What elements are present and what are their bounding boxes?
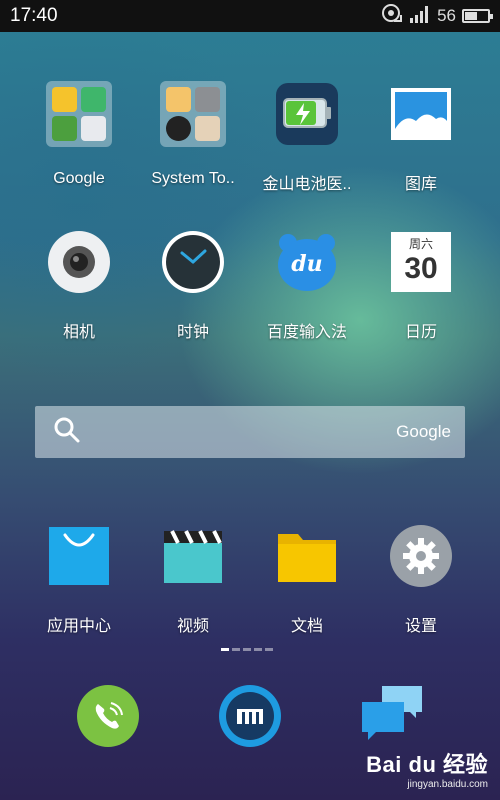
gallery-icon <box>387 80 455 148</box>
watermark-logo: Bai du 经验 <box>366 752 488 777</box>
phone-icon <box>76 684 140 752</box>
app-settings[interactable]: 设置 <box>365 522 477 642</box>
settings-icon <box>387 522 455 590</box>
baidu-ime-icon: du <box>273 228 341 296</box>
app-system-tools-folder[interactable]: System To.. <box>137 80 249 200</box>
battery-icon <box>462 9 493 23</box>
status-time: 17:40 <box>10 5 58 26</box>
app-clock[interactable]: 时钟 <box>137 228 249 348</box>
app-label: 金山电池医.. <box>262 176 352 193</box>
app-gallery[interactable]: 图库 <box>365 80 477 200</box>
calendar-day: 30 <box>404 252 438 285</box>
camera-icon <box>45 228 113 296</box>
app-label: 相机 <box>62 324 95 341</box>
page-dot <box>232 648 240 651</box>
page-dot <box>254 648 262 651</box>
browser-icon <box>218 684 282 752</box>
app-label: 应用中心 <box>46 618 111 635</box>
app-camera[interactable]: 相机 <box>23 228 135 348</box>
battery-percent: 56 <box>437 6 456 25</box>
status-bar: 17:40 56 <box>0 0 500 32</box>
google-search-bar[interactable]: Google <box>35 406 465 458</box>
search-brand: Google <box>396 422 451 441</box>
app-label: 视频 <box>176 618 209 635</box>
app-documents[interactable]: 文档 <box>251 522 363 642</box>
app-label: System To.. <box>151 170 235 187</box>
page-dot <box>265 648 273 651</box>
app-calendar[interactable]: 周六 30 日历 <box>365 228 477 348</box>
dock-messages[interactable] <box>360 686 424 750</box>
app-label: 文档 <box>290 618 323 635</box>
messages-icon <box>360 684 424 752</box>
signal-icon <box>409 5 431 27</box>
search-icon[interactable] <box>53 416 81 448</box>
app-app-center[interactable]: 应用中心 <box>23 522 135 642</box>
calendar-weekday: 周六 <box>408 237 433 251</box>
page-dot-active <box>221 648 229 651</box>
baidu-jingyan-watermark: Bai du 经验 jingyan.baidu.com <box>366 747 488 790</box>
baidu-ime-icon-text: du <box>291 251 322 277</box>
video-icon <box>159 522 227 590</box>
status-icons: 56 <box>381 3 493 29</box>
app-label: 日历 <box>404 324 437 341</box>
watermark-url: jingyan.baidu.com <box>407 779 488 790</box>
dock-phone[interactable] <box>76 684 140 752</box>
app-label: 设置 <box>404 618 437 635</box>
app-center-icon <box>45 522 113 590</box>
app-video[interactable]: 视频 <box>137 522 249 642</box>
app-baidu-ime[interactable]: du 百度输入法 <box>251 228 363 348</box>
clock-icon <box>159 228 227 296</box>
system-tools-folder-icon <box>159 80 227 148</box>
battery-doctor-icon <box>273 80 341 148</box>
app-label: 图库 <box>404 176 437 193</box>
app-label: 时钟 <box>176 324 209 341</box>
app-label: 百度输入法 <box>266 324 347 341</box>
documents-icon <box>273 522 341 590</box>
app-label: Google <box>53 170 105 187</box>
page-dot <box>243 648 251 651</box>
app-battery-doctor[interactable]: 金山电池医.. <box>251 80 363 200</box>
page-indicator <box>221 648 273 651</box>
calendar-icon: 周六 30 <box>387 228 455 296</box>
app-google-folder[interactable]: Google <box>23 80 135 200</box>
nfc-icon <box>381 3 403 29</box>
dock-browser[interactable] <box>218 684 282 752</box>
google-folder-icon <box>45 80 113 148</box>
